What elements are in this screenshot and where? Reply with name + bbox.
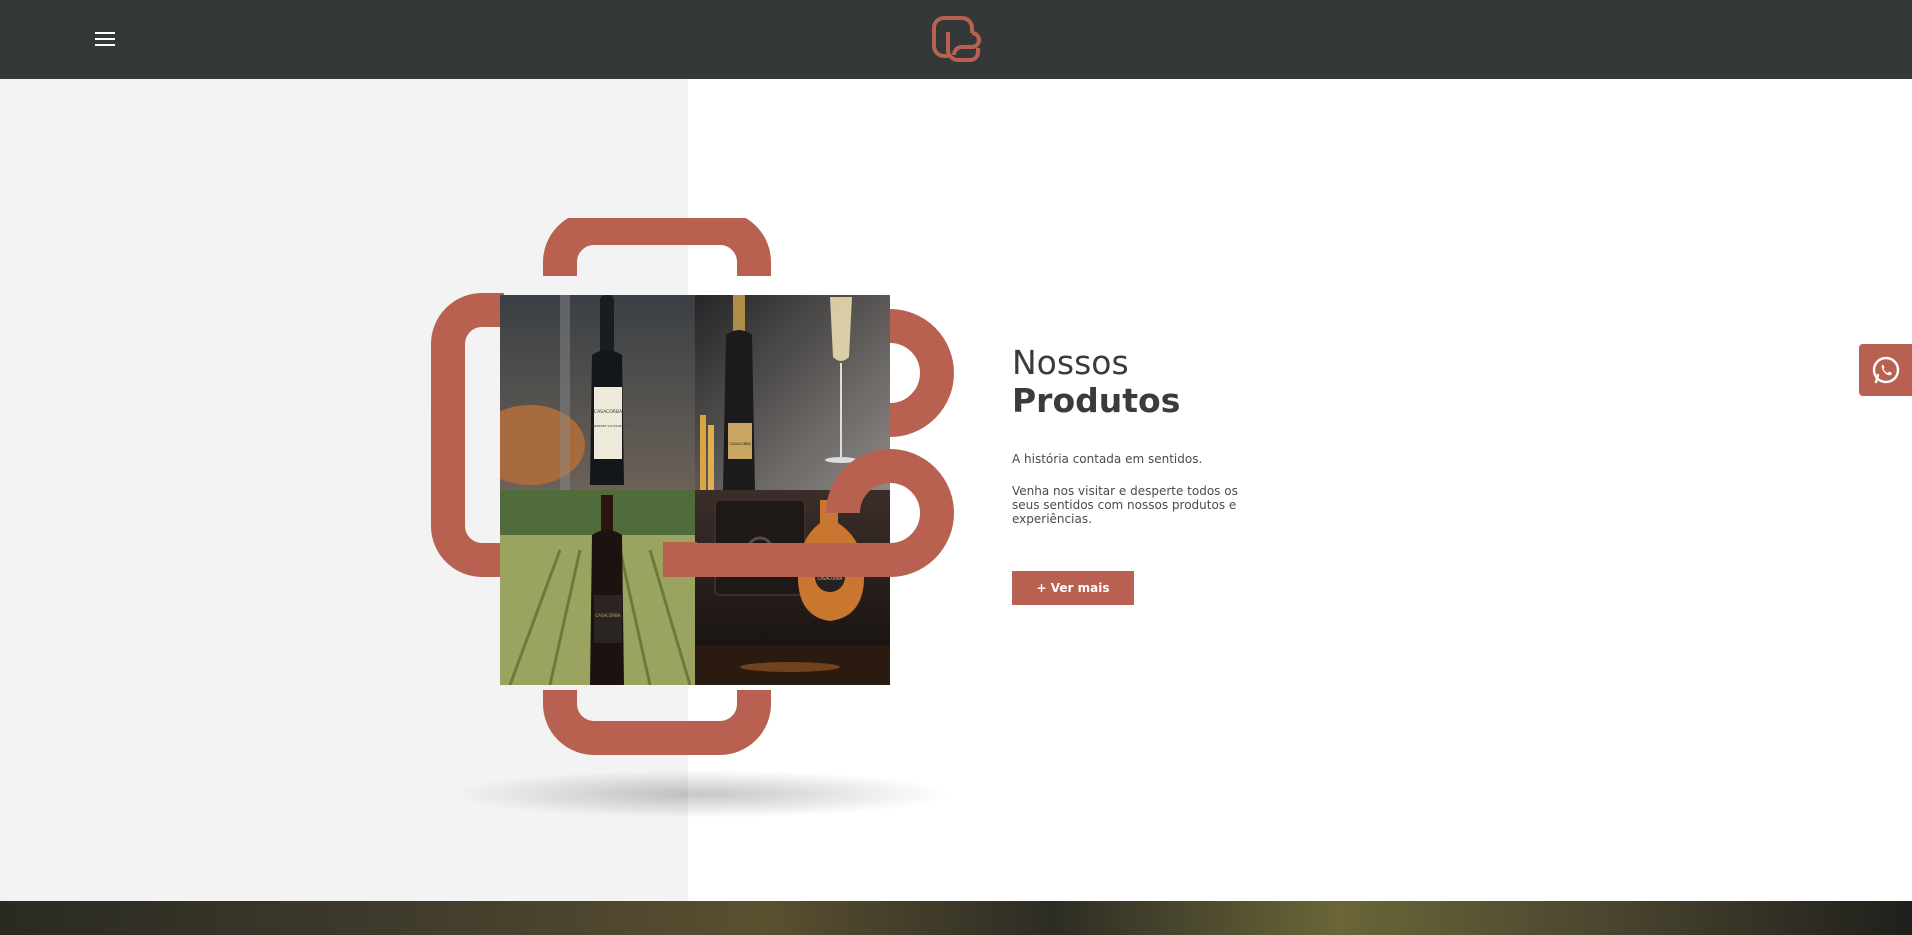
see-more-button[interactable]: + Ver mais [1012, 571, 1134, 605]
section-tagline: A história contada em sentidos. [1012, 452, 1203, 466]
section-description: Venha nos visitar e desperte todos os se… [1012, 484, 1238, 526]
frame-inner-hook [663, 448, 954, 577]
section-title-line1: Nossos [1012, 343, 1129, 382]
top-header [0, 0, 1912, 79]
next-section-hero-image [0, 901, 1912, 935]
whatsapp-icon [1872, 356, 1900, 384]
products-logo-frame-overlay [663, 448, 954, 577]
whatsapp-button[interactable] [1859, 344, 1912, 396]
casacorba-logo-icon[interactable] [928, 12, 984, 66]
products-text-block: Nossos Produtos A história contada em se… [1012, 343, 1242, 527]
section-title-line2: Produtos [1012, 381, 1181, 420]
hamburger-menu-icon[interactable] [94, 30, 118, 48]
